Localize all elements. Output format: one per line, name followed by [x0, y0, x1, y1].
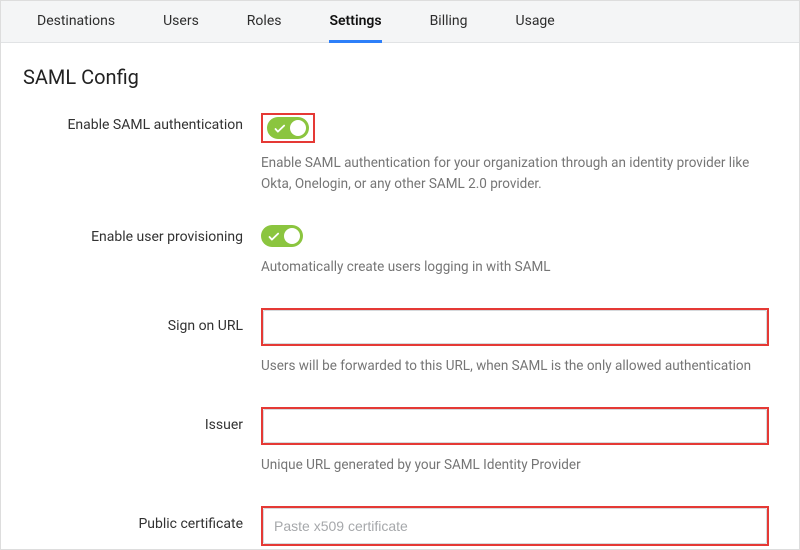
provisioning-label: Enable user provisioning [23, 225, 261, 278]
page-body: SAML Config Enable SAML authentication E… [1, 43, 799, 546]
tab-settings[interactable]: Settings [329, 1, 381, 43]
highlight-enable-toggle [261, 113, 315, 143]
provisioning-toggle[interactable] [261, 225, 303, 247]
toggle-knob-icon [284, 228, 300, 244]
signon-url-label: Sign on URL [23, 308, 261, 377]
enable-saml-label: Enable SAML authentication [23, 113, 261, 195]
provisioning-help: Automatically create users logging in wi… [261, 257, 761, 278]
highlight-issuer-input [261, 407, 769, 445]
check-icon [274, 120, 288, 134]
row-enable-saml: Enable SAML authentication Enable SAML a… [23, 113, 781, 195]
enable-saml-toggle[interactable] [267, 117, 309, 139]
signon-url-help: Users will be forwarded to this URL, whe… [261, 356, 761, 377]
public-cert-label: Public certificate [23, 506, 261, 546]
row-public-cert: Public certificate [23, 506, 781, 546]
enable-saml-help: Enable SAML authentication for your orga… [261, 153, 761, 195]
nav-tabs: Destinations Users Roles Settings Billin… [1, 1, 799, 43]
row-issuer: Issuer Unique URL generated by your SAML… [23, 407, 781, 476]
row-signon-url: Sign on URL Users will be forwarded to t… [23, 308, 781, 377]
highlight-cert-input [261, 506, 769, 546]
signon-url-input[interactable] [263, 310, 767, 344]
row-provisioning: Enable user provisioning Automatically c… [23, 225, 781, 278]
issuer-help: Unique URL generated by your SAML Identi… [261, 455, 761, 476]
tab-destinations[interactable]: Destinations [37, 1, 115, 43]
page-title: SAML Config [23, 65, 781, 89]
check-icon [268, 228, 282, 242]
tab-billing[interactable]: Billing [430, 1, 468, 43]
issuer-input[interactable] [263, 409, 767, 443]
issuer-label: Issuer [23, 407, 261, 476]
public-cert-input[interactable] [263, 508, 767, 544]
tab-roles[interactable]: Roles [247, 1, 282, 43]
highlight-signon-input [261, 308, 769, 346]
tab-users[interactable]: Users [163, 1, 199, 43]
toggle-knob-icon [290, 120, 306, 136]
tab-usage[interactable]: Usage [516, 1, 555, 43]
